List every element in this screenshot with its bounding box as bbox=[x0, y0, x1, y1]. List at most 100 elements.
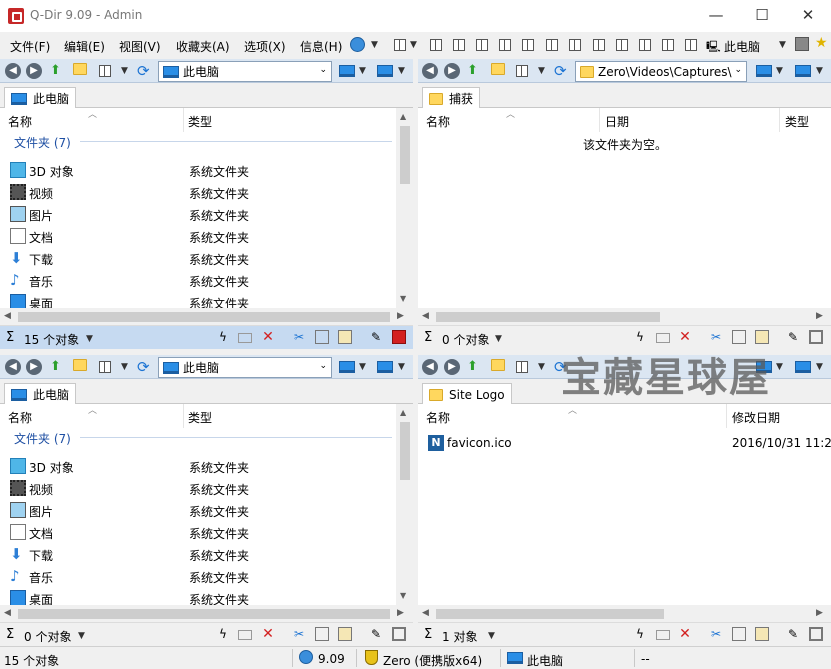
scroll-left-arrow[interactable]: ◀ bbox=[4, 311, 11, 321]
delete-icon[interactable]: ✕ bbox=[678, 627, 692, 641]
view-mode-dropdown-icon[interactable]: ▼ bbox=[538, 362, 545, 372]
scroll-thumb[interactable] bbox=[18, 609, 390, 619]
view-mode-dropdown-icon[interactable]: ▼ bbox=[538, 66, 545, 76]
desktop-shortcut-icon[interactable] bbox=[377, 361, 393, 373]
column-name[interactable]: 名称 bbox=[426, 409, 450, 426]
status-dropdown-icon[interactable]: ▼ bbox=[78, 631, 85, 641]
pane-color-icon[interactable] bbox=[392, 627, 406, 641]
refresh-icon[interactable]: ⟳ bbox=[137, 63, 153, 79]
list-item[interactable]: ⬇ 下载 系统文件夹 bbox=[0, 543, 413, 565]
layout-4c-icon[interactable] bbox=[662, 39, 674, 51]
list-item[interactable]: 图片 系统文件夹 bbox=[0, 499, 413, 521]
layout-dropdown-icon[interactable]: ▼ bbox=[410, 40, 417, 50]
column-divider[interactable] bbox=[183, 404, 184, 428]
globe-icon[interactable] bbox=[350, 37, 365, 52]
horizontal-scrollbar[interactable]: ◀ ▶ bbox=[0, 308, 413, 325]
address-bar[interactable]: 此电脑 ⌄ bbox=[158, 357, 332, 378]
scroll-right-arrow[interactable]: ▶ bbox=[816, 311, 823, 321]
group-header[interactable]: 文件夹 (7) bbox=[14, 430, 71, 447]
rename-icon[interactable] bbox=[238, 333, 252, 343]
refresh-icon[interactable]: ⟳ bbox=[137, 359, 153, 375]
list-item[interactable]: 视频 系统文件夹 bbox=[0, 181, 413, 203]
paste-icon[interactable] bbox=[338, 627, 352, 641]
layout-3a-icon[interactable] bbox=[476, 39, 488, 51]
tab-this-pc[interactable]: 此电脑 bbox=[4, 87, 77, 109]
column-type[interactable]: 类型 bbox=[188, 409, 212, 426]
column-type[interactable]: 类型 bbox=[188, 113, 212, 130]
drive-dropdown-icon[interactable]: ▼ bbox=[776, 362, 783, 372]
lightning-icon[interactable]: ϟ bbox=[216, 627, 230, 641]
up-arrow-icon[interactable]: ⬆ bbox=[50, 359, 66, 375]
rename-icon[interactable] bbox=[656, 333, 670, 343]
scroll-thumb[interactable] bbox=[436, 312, 660, 322]
layout-3d-icon[interactable] bbox=[546, 39, 558, 51]
new-folder-icon[interactable] bbox=[73, 63, 89, 79]
layout-3e-icon[interactable] bbox=[569, 39, 581, 51]
drive-dropdown-icon[interactable]: ▼ bbox=[776, 66, 783, 76]
column-divider[interactable] bbox=[779, 108, 780, 132]
drive-icon[interactable] bbox=[339, 65, 355, 77]
column-name[interactable]: 名称 bbox=[8, 409, 32, 426]
scroll-thumb[interactable] bbox=[400, 126, 410, 184]
menu-view[interactable]: 视图(V) bbox=[119, 38, 161, 55]
edit-icon[interactable]: ✎ bbox=[786, 627, 800, 641]
delete-icon[interactable]: ✕ bbox=[261, 627, 275, 641]
horizontal-scrollbar[interactable]: ◀ ▶ bbox=[418, 308, 831, 325]
edit-icon[interactable]: ✎ bbox=[369, 330, 383, 344]
list-item[interactable]: 文档 系统文件夹 bbox=[0, 521, 413, 543]
globe-dropdown-icon[interactable]: ▼ bbox=[371, 40, 378, 50]
pane-color-icon[interactable] bbox=[809, 627, 823, 641]
column-date[interactable]: 日期 bbox=[605, 113, 629, 130]
new-folder-icon[interactable] bbox=[73, 359, 89, 375]
list-item[interactable]: 3D 对象 系统文件夹 bbox=[0, 159, 413, 181]
back-button[interactable]: ◀ bbox=[5, 359, 21, 375]
paste-icon[interactable] bbox=[755, 330, 769, 344]
status-dropdown-icon[interactable]: ▼ bbox=[495, 334, 502, 344]
scroll-up-arrow[interactable]: ▲ bbox=[400, 112, 406, 121]
layout-grid-icon[interactable] bbox=[394, 39, 406, 51]
cut-icon[interactable]: ✂ bbox=[709, 330, 723, 344]
paste-icon[interactable] bbox=[755, 627, 769, 641]
up-arrow-icon[interactable]: ⬆ bbox=[467, 63, 483, 79]
maximize-button[interactable]: ☐ bbox=[739, 0, 785, 30]
status-dropdown-icon[interactable]: ▼ bbox=[488, 631, 495, 641]
scroll-right-arrow[interactable]: ▶ bbox=[397, 608, 404, 618]
lightning-icon[interactable]: ϟ bbox=[633, 627, 647, 641]
cut-icon[interactable]: ✂ bbox=[709, 627, 723, 641]
list-item[interactable]: 视频 系统文件夹 bbox=[0, 477, 413, 499]
desktop-dropdown-icon[interactable]: ▼ bbox=[816, 66, 823, 76]
pane-color-icon[interactable] bbox=[809, 330, 823, 344]
desktop-shortcut-icon[interactable] bbox=[377, 65, 393, 77]
menu-favorites[interactable]: 收藏夹(A) bbox=[176, 38, 230, 55]
address-bar[interactable]: 此电脑 ⌄ bbox=[158, 61, 332, 82]
desktop-shortcut-icon[interactable] bbox=[795, 65, 811, 77]
column-divider[interactable] bbox=[726, 404, 727, 428]
view-mode-dropdown-icon[interactable]: ▼ bbox=[121, 362, 128, 372]
drive-dropdown-icon[interactable]: ▼ bbox=[359, 66, 366, 76]
lightning-icon[interactable]: ϟ bbox=[216, 330, 230, 344]
address-dropdown-icon[interactable]: ⌄ bbox=[319, 361, 327, 371]
vertical-scrollbar[interactable]: ▲ ▼ bbox=[396, 404, 413, 605]
lightning-icon[interactable]: ϟ bbox=[633, 330, 647, 344]
refresh-icon[interactable]: ⟳ bbox=[554, 63, 570, 79]
layout-2v-icon[interactable] bbox=[453, 39, 465, 51]
delete-icon[interactable]: ✕ bbox=[678, 330, 692, 344]
scroll-up-arrow[interactable]: ▲ bbox=[400, 408, 406, 417]
back-button[interactable]: ◀ bbox=[422, 63, 438, 79]
column-name[interactable]: 名称 bbox=[426, 113, 450, 130]
edit-icon[interactable]: ✎ bbox=[369, 627, 383, 641]
copy-icon[interactable] bbox=[732, 627, 746, 641]
desktop-dropdown-icon[interactable]: ▼ bbox=[398, 362, 405, 372]
desktop-shortcut-icon[interactable] bbox=[795, 361, 811, 373]
layout-3f-icon[interactable] bbox=[593, 39, 605, 51]
forward-button[interactable]: ▶ bbox=[444, 359, 460, 375]
scroll-left-arrow[interactable]: ◀ bbox=[4, 608, 11, 618]
menu-file[interactable]: 文件(F) bbox=[10, 38, 50, 55]
star-icon[interactable]: ★ bbox=[815, 35, 828, 51]
scroll-left-arrow[interactable]: ◀ bbox=[422, 311, 429, 321]
printer-icon[interactable] bbox=[795, 37, 809, 51]
list-item[interactable]: N favicon.ico 2016/10/31 11:2 bbox=[418, 432, 831, 454]
list-item[interactable]: 图片 系统文件夹 bbox=[0, 203, 413, 225]
this-pc-dropdown-icon[interactable]: ▼ bbox=[779, 40, 786, 50]
view-mode-dropdown-icon[interactable]: ▼ bbox=[121, 66, 128, 76]
